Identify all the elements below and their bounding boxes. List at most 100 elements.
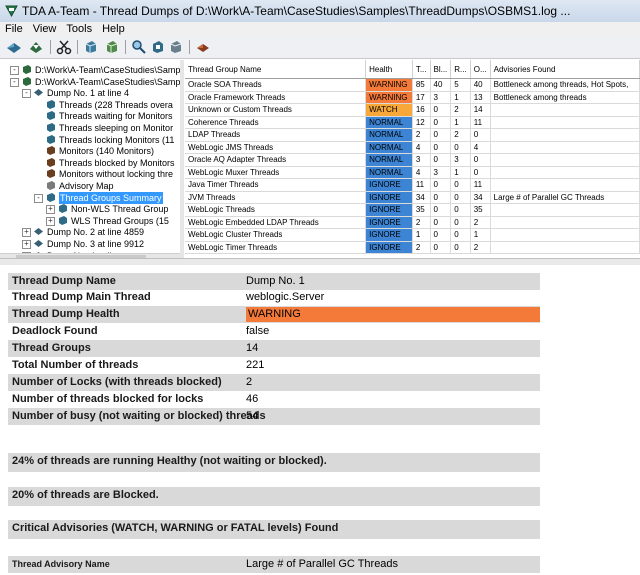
dump-icon[interactable] bbox=[104, 39, 120, 55]
dump-icon bbox=[34, 89, 43, 97]
column-header-other[interactable]: O... bbox=[470, 60, 491, 79]
thread-dump-tree[interactable]: - D:\Work\A-Team\CaseStudies\Samp - D:\Work… bbox=[0, 60, 181, 258]
group-name-cell: WebLogic Threads bbox=[185, 203, 367, 217]
group-name-cell: WebLogic Timer Threads bbox=[185, 241, 367, 254]
table-row[interactable]: Java Timer Threads IGNORE 11 0 0 11 bbox=[185, 178, 640, 192]
advisory-map-icon bbox=[47, 181, 55, 190]
open-icon[interactable] bbox=[6, 39, 22, 55]
column-header-total[interactable]: T... bbox=[412, 60, 431, 79]
dump-file-icon bbox=[23, 76, 31, 86]
column-header-health[interactable]: Health bbox=[365, 60, 413, 79]
health-row: Thread Dump Health WARNING bbox=[8, 306, 540, 323]
dump-icon[interactable] bbox=[83, 39, 99, 55]
tree-node-label: WLS Thread Groups (15 bbox=[71, 215, 169, 226]
monitor-icon bbox=[47, 157, 55, 167]
main-thread-value: weblogic.Server bbox=[246, 291, 325, 303]
expand-icon[interactable]: + bbox=[46, 205, 55, 215]
tree-node-label: Threads (228 Threads overa bbox=[59, 99, 173, 110]
table-row[interactable]: Coherence Threads NORMAL 12 0 1 11 bbox=[185, 116, 640, 129]
advisories-cell bbox=[490, 141, 640, 154]
locks-label: Number of Locks (with threads blocked) bbox=[12, 376, 222, 388]
running-cell: 0 bbox=[450, 241, 471, 254]
table-row[interactable]: WebLogic Cluster Threads IGNORE 1 0 0 1 bbox=[185, 228, 640, 242]
other-cell: 0 bbox=[470, 128, 491, 142]
table-row[interactable]: Oracle Framework Threads WARNING 17 3 1 13 Bot… bbox=[185, 91, 640, 104]
table-row[interactable]: WebLogic Embedded LDAP Threads IGNORE 2 0 0 2 bbox=[185, 216, 640, 229]
blocked-cell: 0 bbox=[430, 203, 452, 217]
table-row[interactable]: WebLogic Threads IGNORE 35 0 0 35 bbox=[185, 203, 640, 217]
tools-icon[interactable] bbox=[195, 39, 211, 55]
tree-node-label: Non-WLS Thread Group bbox=[71, 204, 169, 215]
total-cell: 12 bbox=[412, 116, 431, 129]
health-cell: WARNING bbox=[365, 78, 413, 92]
zoom-icon[interactable] bbox=[131, 39, 147, 55]
table-row[interactable]: LDAP Threads NORMAL 2 0 2 0 bbox=[185, 128, 640, 142]
table-row[interactable]: WebLogic Timer Threads IGNORE 2 0 0 2 bbox=[185, 241, 640, 254]
running-cell: 0 bbox=[450, 203, 471, 217]
monitor-icon[interactable] bbox=[150, 39, 166, 55]
table-row[interactable]: Unknown or Custom Threads WATCH 16 0 2 14 bbox=[185, 103, 640, 117]
blocked-cell: 40 bbox=[430, 78, 452, 92]
column-header-advisories[interactable]: Advisories Found bbox=[490, 60, 640, 79]
total-cell: 1 bbox=[412, 228, 431, 242]
other-cell: 14 bbox=[470, 103, 491, 117]
health-cell: NORMAL bbox=[365, 141, 413, 154]
table-row[interactable]: Oracle SOA Threads WARNING 85 40 5 40 Bottlene… bbox=[185, 78, 640, 92]
tree-vertical-scrollbar[interactable] bbox=[180, 60, 184, 258]
expand-icon[interactable]: + bbox=[22, 228, 31, 238]
thread-dump-name-row: Thread Dump Name Dump No. 1 bbox=[8, 273, 540, 290]
running-cell: 5 bbox=[450, 78, 471, 92]
blocked-cell: 0 bbox=[430, 153, 452, 167]
collapse-icon[interactable]: - bbox=[22, 89, 31, 99]
blocked-cell: 0 bbox=[430, 116, 452, 129]
advisories-cell: Bottleneck among threads bbox=[490, 91, 640, 104]
column-header-running[interactable]: R... bbox=[450, 60, 471, 79]
table-header: Thread Group Name Health T... Bl... R...… bbox=[185, 60, 640, 79]
other-cell: 0 bbox=[470, 153, 491, 167]
collapse-icon[interactable]: - bbox=[10, 66, 19, 75]
deadlock-value: false bbox=[246, 325, 270, 337]
thread-group-icon bbox=[59, 204, 67, 214]
menu-view[interactable]: View bbox=[28, 22, 62, 36]
cut-icon[interactable] bbox=[56, 39, 72, 55]
health-cell: IGNORE bbox=[365, 203, 413, 217]
healthy-threads-statement: 24% of threads are running Healthy (not … bbox=[8, 453, 540, 472]
busy-threads-label: Number of busy (not waiting or blocked) … bbox=[12, 410, 266, 422]
total-cell: 35 bbox=[412, 203, 431, 217]
dump-icon[interactable] bbox=[168, 39, 184, 55]
total-cell: 16 bbox=[412, 103, 431, 117]
health-value: WARNING bbox=[246, 307, 540, 322]
column-header-blocked[interactable]: Bl... bbox=[430, 60, 452, 79]
advisories-cell bbox=[490, 228, 640, 242]
menu-help[interactable]: Help bbox=[97, 22, 130, 36]
monitor-icon bbox=[47, 146, 55, 156]
toolbar-separator bbox=[125, 40, 126, 54]
menu-file[interactable]: File bbox=[0, 22, 28, 36]
total-cell: 17 bbox=[412, 91, 431, 104]
group-name-cell: WebLogic Muxer Threads bbox=[185, 166, 367, 179]
critical-advisories-heading: Critical Advisories (WATCH, WARNING or F… bbox=[8, 520, 540, 539]
blocked-cell: 3 bbox=[430, 166, 452, 179]
table-row[interactable]: JVM Threads IGNORE 34 0 0 34 Large # of Parall… bbox=[185, 191, 640, 204]
window-title: TDA A-Team - Thread Dumps of D:\Work\A-T… bbox=[22, 4, 571, 18]
collapse-icon[interactable]: - bbox=[10, 77, 19, 87]
advisories-cell: Large # of Parallel GC Threads bbox=[490, 191, 640, 204]
menu-tools[interactable]: Tools bbox=[61, 22, 97, 36]
running-cell: 0 bbox=[450, 216, 471, 229]
health-cell: WARNING bbox=[365, 91, 413, 104]
open-logfile-icon[interactable] bbox=[28, 39, 44, 55]
main-thread-row: Thread Dump Main Thread weblogic.Server bbox=[8, 289, 540, 306]
collapse-icon[interactable]: - bbox=[34, 193, 43, 203]
running-cell: 2 bbox=[450, 103, 471, 117]
thread-groups-value: 14 bbox=[246, 342, 259, 354]
thread-groups-table: Thread Group Name Health T... Bl... R...… bbox=[185, 60, 640, 254]
table-row[interactable]: WebLogic Muxer Threads NORMAL 4 3 1 0 bbox=[185, 166, 640, 179]
blocked-cell: 0 bbox=[430, 103, 452, 117]
column-header-name[interactable]: Thread Group Name bbox=[185, 60, 367, 79]
expand-icon[interactable]: + bbox=[22, 240, 31, 249]
table-row[interactable]: WebLogic JMS Threads NORMAL 4 0 0 4 bbox=[185, 141, 640, 154]
health-cell: IGNORE bbox=[365, 216, 413, 229]
expand-icon[interactable]: + bbox=[46, 216, 55, 226]
table-row[interactable]: Oracle AQ Adapter Threads NORMAL 3 0 3 0 bbox=[185, 153, 640, 167]
health-cell: IGNORE bbox=[365, 228, 413, 242]
